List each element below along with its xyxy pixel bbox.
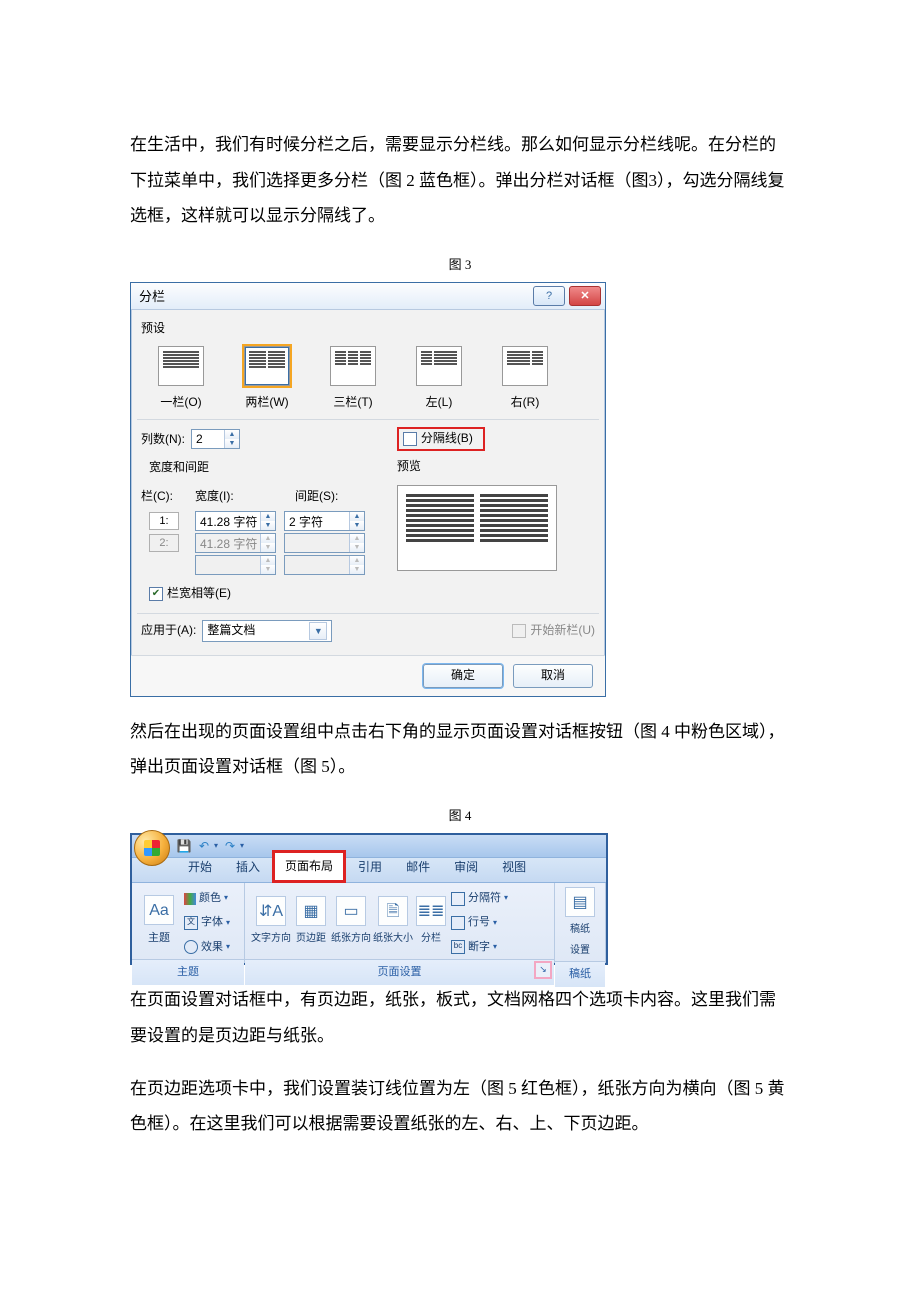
preview-box — [397, 485, 557, 571]
group-page-setup-label: 页面设置 ↘ — [245, 959, 554, 985]
orientation-icon: ▭ — [336, 896, 366, 926]
start-new-col-checkbox: 开始新栏(U) — [512, 618, 595, 643]
ribbon-tabs: 开始 插入 页面布局 引用 邮件 审阅 视图 — [132, 858, 606, 883]
col1-spacing-spinner[interactable]: ▲▼ — [284, 511, 365, 531]
size-button[interactable]: 🗎纸张大小 — [373, 896, 413, 949]
paper-settings-button[interactable]: ▤稿纸 设置 — [561, 887, 599, 961]
paragraph-4: 在页边距选项卡中，我们设置装订线位置为左（图 5 红色框），纸张方向为横向（图 … — [130, 1071, 790, 1142]
equal-width-checkbox[interactable]: 栏宽相等(E) — [149, 581, 231, 606]
ok-button[interactable]: 确定 — [423, 664, 503, 688]
group-themes: Aa 主题 颜色▾ 文字体▾ 效果▾ 主题 — [132, 883, 245, 963]
margins-button[interactable]: ▦页边距 — [293, 896, 329, 949]
cancel-button[interactable]: 取消 — [513, 664, 593, 688]
chevron-down-icon: ▼ — [309, 622, 327, 640]
presets: 一栏(O) 两栏(W) 三栏(T) 左(L) 右(R) — [141, 346, 595, 415]
preview-label: 预览 — [397, 454, 595, 479]
col1-width-spinner[interactable]: ▲▼ — [195, 511, 276, 531]
paragraph-3: 在页面设置对话框中，有页边距，纸张，板式，文档网格四个选项卡内容。这里我们需要设… — [130, 982, 790, 1053]
hyphenation-button[interactable]: bc断字▾ — [451, 936, 508, 959]
width-spacing-label: 宽度和间距 — [149, 455, 379, 480]
col2-spacing-spinner: ▲▼ — [284, 533, 365, 553]
down-arrow-icon[interactable]: ▼ — [225, 439, 239, 448]
page-setup-launcher[interactable]: ↘ — [534, 961, 552, 979]
themes-icon: Aa — [144, 895, 174, 925]
columns-dialog: 分栏 ? ✕ 预设 一栏(O) 两栏(W) 三栏(T) — [130, 282, 606, 696]
text-direction-button[interactable]: ⇵A文字方向 — [251, 896, 291, 949]
paper-icon: ▤ — [565, 887, 595, 917]
columns-button[interactable]: ≣≣分栏 — [415, 896, 447, 949]
orientation-button[interactable]: ▭纸张方向 — [331, 896, 371, 949]
preset-left[interactable]: 左(L) — [399, 346, 479, 415]
help-button[interactable]: ? — [533, 286, 565, 306]
line-numbers-button[interactable]: 行号▾ — [451, 911, 508, 934]
figure-3-caption: 图 3 — [130, 251, 790, 278]
paragraph-1: 在生活中，我们有时候分栏之后，需要显示分栏线。那么如何显示分栏线呢。在分栏的下拉… — [130, 127, 790, 234]
group-page-setup: ⇵A文字方向 ▦页边距 ▭纸张方向 🗎纸张大小 ≣≣分栏 分隔符▾ 行号▾ bc… — [245, 883, 555, 963]
group-paper-label: 稿纸 — [555, 961, 605, 987]
columns-icon: ≣≣ — [416, 896, 446, 926]
text-direction-icon: ⇵A — [256, 896, 286, 926]
preset-one[interactable]: 一栏(O) — [141, 346, 221, 415]
paragraph-2: 然后在出现的页面设置组中点击右下角的显示页面设置对话框按钮（图 4 中粉色区域）… — [130, 714, 790, 785]
ribbon: 💾 ↶▾ ↷ ▾ 开始 插入 页面布局 引用 邮件 审阅 视图 Aa 主题 — [130, 833, 608, 965]
tab-references[interactable]: 引用 — [346, 852, 394, 882]
tab-view[interactable]: 视图 — [490, 852, 538, 882]
figure-4-caption: 图 4 — [130, 802, 790, 829]
tab-review[interactable]: 审阅 — [442, 852, 490, 882]
theme-fonts-button[interactable]: 文字体▾ — [184, 911, 230, 934]
cols-count-input[interactable] — [192, 430, 224, 448]
preset-three[interactable]: 三栏(T) — [313, 346, 393, 415]
apply-to-label: 应用于(A): — [141, 618, 196, 643]
col-index-1: 1: — [149, 512, 179, 530]
presets-label: 预设 — [141, 316, 595, 341]
cols-count-spinner[interactable]: ▲▼ — [191, 429, 240, 449]
preset-two[interactable]: 两栏(W) — [227, 346, 307, 415]
preset-right[interactable]: 右(R) — [485, 346, 565, 415]
tab-home[interactable]: 开始 — [176, 852, 224, 882]
apply-to-select[interactable]: 整篇文档 ▼ — [202, 620, 332, 642]
separator-checkbox[interactable]: 分隔线(B) — [403, 426, 473, 451]
close-button[interactable]: ✕ — [569, 286, 601, 306]
group-themes-label: 主题 — [132, 959, 244, 985]
tab-page-layout[interactable]: 页面布局 — [272, 850, 346, 883]
up-arrow-icon[interactable]: ▲ — [225, 430, 239, 439]
group-paper: ▤稿纸 设置 稿纸 — [555, 883, 606, 963]
theme-colors-button[interactable]: 颜色▾ — [184, 887, 230, 910]
cols-count-label: 列数(N): — [141, 427, 185, 452]
tab-mailings[interactable]: 邮件 — [394, 852, 442, 882]
col-index-2: 2: — [149, 534, 179, 552]
dialog-title: 分栏 — [139, 283, 529, 310]
themes-button[interactable]: Aa 主题 — [138, 895, 180, 950]
theme-effects-button[interactable]: 效果▾ — [184, 936, 230, 959]
col2-width-spinner: ▲▼ — [195, 533, 276, 553]
size-icon: 🗎 — [378, 896, 408, 926]
margins-icon: ▦ — [296, 896, 326, 926]
tab-insert[interactable]: 插入 — [224, 852, 272, 882]
separator-checkbox-highlight: 分隔线(B) — [397, 427, 485, 451]
breaks-button[interactable]: 分隔符▾ — [451, 887, 508, 910]
dialog-titlebar[interactable]: 分栏 ? ✕ — [131, 283, 605, 310]
